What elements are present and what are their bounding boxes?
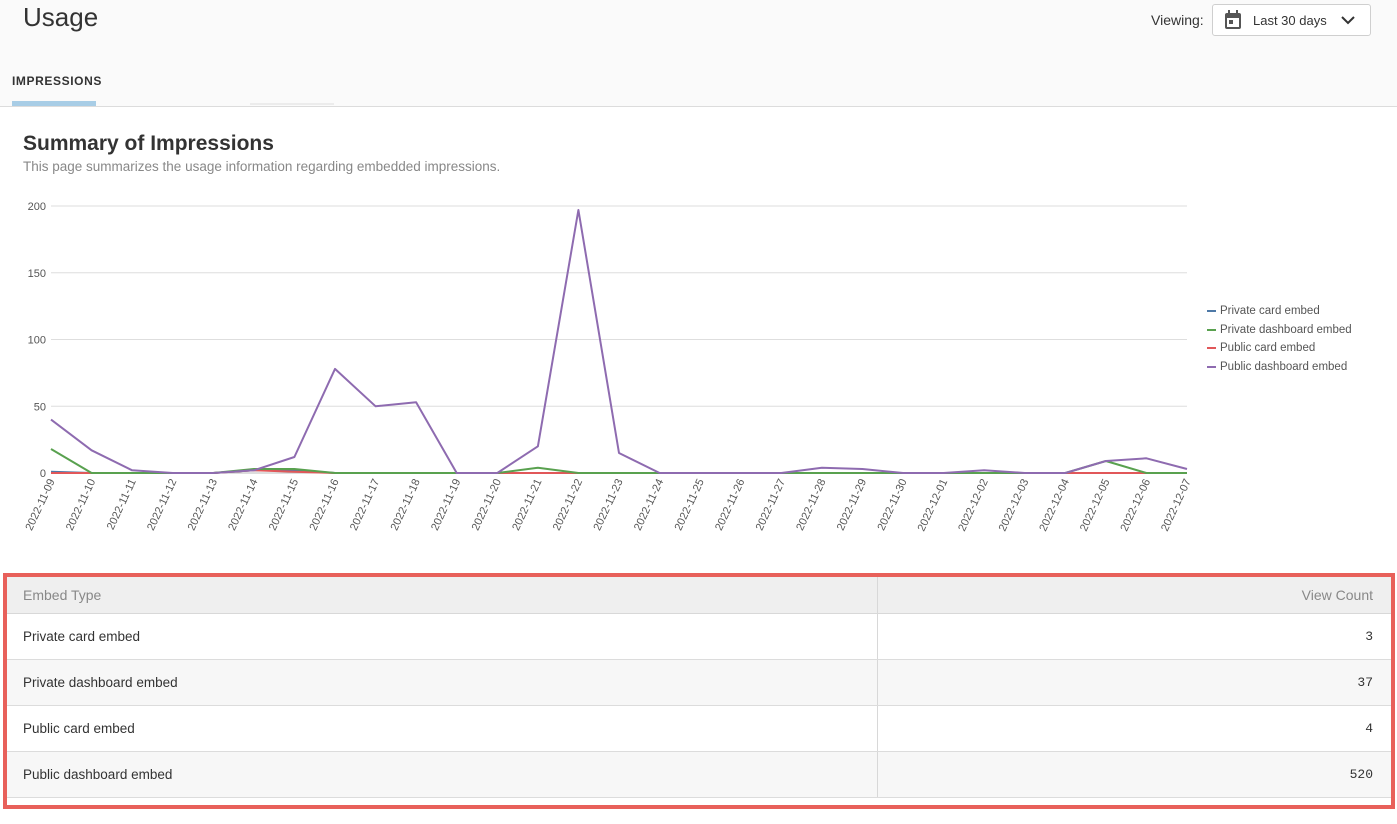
embed-type-cell: Private card embed [7, 613, 878, 660]
x-tick-label: 2022-12-06 [1118, 477, 1153, 533]
active-tab-indicator [12, 101, 96, 106]
x-tick-label: 2022-12-01 [916, 477, 951, 533]
view-count-cell: 520 [877, 751, 1391, 798]
y-tick-label: 150 [28, 268, 46, 280]
x-tick-label: 2022-12-05 [1078, 477, 1113, 533]
embed-table-container: Embed Type View Count Private card embed… [3, 573, 1395, 809]
x-tick-label: 2022-12-03 [997, 477, 1032, 533]
impressions-line-chart: 0501001502002022-11-09 2022-11-10 2022-11-… [23, 201, 1194, 533]
x-tick-label: 2022-11-09 [23, 477, 57, 532]
x-tick-label: 2022-11-12 [145, 477, 179, 532]
date-range-select[interactable]: Last 30 days [1212, 4, 1371, 36]
embed-type-cell: Public card embed [7, 705, 878, 752]
embed-table: Embed Type View Count Private card embed… [7, 577, 1391, 798]
y-tick-label: 100 [28, 335, 46, 347]
x-tick-label: 2022-11-30 [875, 477, 909, 532]
legend-label: Private dashboard embed [1220, 323, 1352, 336]
y-tick-label: 200 [28, 201, 46, 213]
table-row: Private card embed 3 [7, 613, 1391, 660]
tab-impressions[interactable]: IMPRESSIONS [12, 74, 102, 88]
x-tick-label: 2022-11-14 [226, 477, 260, 532]
legend-label: Private card embed [1220, 305, 1320, 318]
x-tick-label: 2022-11-10 [64, 477, 98, 532]
x-tick-label: 2022-11-28 [794, 477, 828, 532]
legend-item[interactable]: Private card embed [1207, 302, 1352, 321]
x-tick-label: 2022-11-23 [591, 477, 625, 532]
x-tick-label: 2022-12-02 [956, 477, 991, 533]
x-tick-label: 2022-11-20 [470, 477, 504, 532]
view-count-cell: 37 [877, 659, 1391, 706]
legend-label: Public dashboard embed [1220, 360, 1348, 373]
table-row: Public dashboard embed 520 [7, 751, 1391, 798]
x-tick-label: 2022-11-25 [673, 477, 707, 532]
x-tick-label: 2022-11-15 [267, 477, 301, 532]
x-tick-label: 2022-12-07 [1159, 477, 1194, 533]
column-header-embed-type[interactable]: Embed Type [7, 577, 878, 614]
x-tick-label: 2022-11-21 [510, 477, 544, 532]
legend-item[interactable]: Private dashboard embed [1207, 321, 1352, 340]
legend-swatch [1207, 347, 1216, 350]
table-header-row: Embed Type View Count [7, 577, 1391, 614]
embed-type-cell: Private dashboard embed [7, 659, 878, 706]
chevron-down-icon [1340, 12, 1356, 28]
main-content: Summary of Impressions This page summari… [0, 107, 1397, 824]
x-tick-label: 2022-11-11 [105, 477, 139, 532]
y-tick-label: 50 [34, 401, 46, 413]
legend-swatch [1207, 310, 1216, 313]
legend-swatch [1207, 365, 1216, 368]
page-title: Usage [23, 2, 99, 32]
x-tick-label: 2022-11-27 [754, 477, 788, 532]
x-tick-label: 2022-11-22 [551, 477, 585, 532]
x-tick-label: 2022-11-13 [186, 477, 220, 532]
x-tick-label: 2022-11-18 [389, 477, 423, 532]
x-tick-label: 2022-11-16 [307, 477, 341, 532]
legend-swatch [1207, 328, 1216, 331]
y-tick-label: 0 [40, 468, 46, 480]
x-tick-label: 2022-11-29 [835, 477, 869, 532]
x-tick-label: 2022-12-04 [1037, 477, 1072, 533]
view-count-cell: 3 [877, 613, 1391, 660]
x-tick-label: 2022-11-17 [348, 477, 382, 532]
x-tick-label: 2022-11-26 [713, 477, 747, 532]
page-header: Usage Viewing: Last 30 days IMPRESSIONS [0, 0, 1397, 107]
x-tick-label: 2022-11-24 [632, 477, 666, 532]
column-header-view-count[interactable]: View Count [877, 577, 1391, 614]
table-row: Public card embed 4 [7, 705, 1391, 752]
chart-legend: Private card embed Private dashboard embe… [1207, 302, 1352, 376]
legend-item[interactable]: Public card embed [1207, 339, 1352, 358]
date-range-value: Last 30 days [1253, 12, 1327, 28]
legend-item[interactable]: Public dashboard embed [1207, 358, 1352, 377]
table-row: Private dashboard embed 37 [7, 659, 1391, 706]
series-line [50, 209, 1188, 474]
calendar-icon [1223, 10, 1243, 30]
view-count-cell: 4 [877, 705, 1391, 752]
viewing-label: Viewing: [1151, 12, 1204, 28]
tab-divider [250, 103, 334, 105]
x-tick-label: 2022-11-19 [429, 477, 463, 532]
legend-label: Public card embed [1220, 342, 1316, 355]
embed-type-cell: Public dashboard embed [7, 751, 878, 798]
